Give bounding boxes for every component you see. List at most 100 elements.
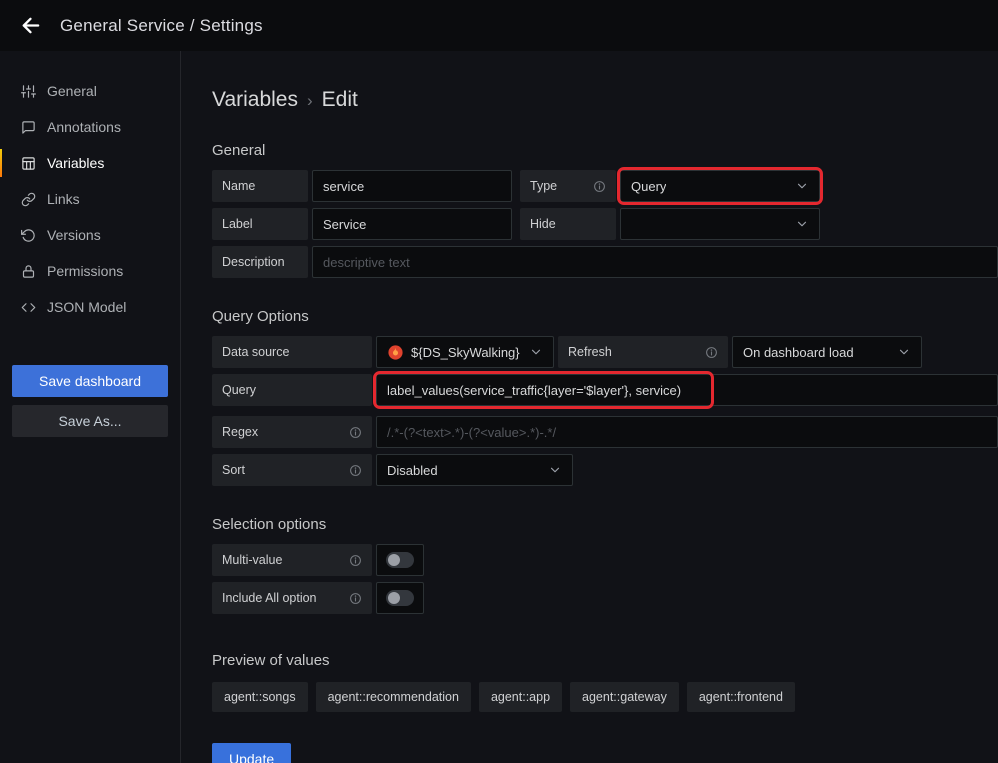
description-label: Description [212,246,308,278]
datasource-refresh-row: Data source ${DS_SkyWalking} R [212,336,998,368]
info-icon[interactable] [349,554,362,567]
info-icon[interactable] [705,346,718,359]
chevron-down-icon [548,463,562,477]
refresh-select-value: On dashboard load [743,345,854,360]
preview-value-pill: agent::recommendation [316,682,471,712]
sort-select[interactable]: Disabled [376,454,573,486]
save-dashboard-button[interactable]: Save dashboard [12,365,168,397]
toggle-track [386,552,414,568]
sidebar-item-label: Variables [47,155,104,171]
sidebar-item-label: Links [47,191,80,207]
sidebar-item-general[interactable]: General [0,73,180,109]
sidebar-item-label: Versions [47,227,101,243]
table-icon [21,156,36,171]
info-icon[interactable] [349,426,362,439]
query-label-text: Query [222,383,256,397]
info-icon[interactable] [349,464,362,477]
sidebar-item-label: General [47,83,97,99]
link-icon [21,192,36,207]
refresh-label-text: Refresh [568,345,612,359]
description-input[interactable] [312,246,998,278]
query-input[interactable] [376,374,998,406]
name-type-row: Name Type Query [212,170,998,202]
hide-label-text: Hide [530,217,556,231]
sidebar-item-annotations[interactable]: Annotations [0,109,180,145]
selection-options-heading: Selection options [212,516,998,533]
type-label: Type [520,170,616,202]
include-all-label: Include All option [212,582,372,614]
comment-icon [21,120,36,135]
sort-select-value: Disabled [387,463,438,478]
breadcrumb-separator: › [307,89,313,111]
back-button[interactable] [13,9,47,43]
hide-select[interactable] [620,208,820,240]
multi-value-label-text: Multi-value [222,553,282,567]
breadcrumb-edit: Edit [322,88,358,112]
sidebar-item-label: JSON Model [47,299,126,315]
preview-value-pill: agent::songs [212,682,308,712]
sort-row: Sort Disabled [212,454,998,486]
info-icon[interactable] [349,592,362,605]
arrow-left-icon [19,14,42,37]
data-source-value: ${DS_SkyWalking} [411,345,520,360]
sort-label-text: Sort [222,463,245,477]
topbar: General Service / Settings [0,0,998,51]
page-title: General Service / Settings [60,16,263,36]
multi-value-label: Multi-value [212,544,372,576]
sidebar-item-variables[interactable]: Variables [0,145,180,181]
chevron-down-icon [897,345,911,359]
preview-values: agent::songs agent::recommendation agent… [212,682,998,712]
label-label-text: Label [222,217,253,231]
toggle-knob [388,554,400,566]
save-as-button[interactable]: Save As... [12,405,168,437]
datasource-flame-icon [387,344,404,361]
preview-value-pill: agent::gateway [570,682,679,712]
sidebar-item-label: Permissions [47,263,123,279]
regex-label-text: Regex [222,425,258,439]
query-row: Query [212,374,998,406]
label-label: Label [212,208,308,240]
info-icon[interactable] [593,180,606,193]
query-label: Query [212,374,372,406]
description-row: Description [212,246,998,278]
multi-value-row: Multi-value [212,544,998,576]
refresh-select[interactable]: On dashboard load [732,336,922,368]
regex-input[interactable] [376,416,998,448]
lock-icon [21,264,36,279]
include-all-row: Include All option [212,582,998,614]
refresh-label: Refresh [558,336,728,368]
sidebar-item-permissions[interactable]: Permissions [0,253,180,289]
type-select-value: Query [631,179,666,194]
label-hide-row: Label Hide [212,208,998,240]
toggle-knob [388,592,400,604]
query-options-heading: Query Options [212,308,998,325]
update-button[interactable]: Update [212,743,291,763]
sort-label: Sort [212,454,372,486]
hide-label: Hide [520,208,616,240]
variable-editor: Variables › Edit General Name Type [181,51,998,763]
type-select[interactable]: Query [620,170,820,202]
label-input[interactable] [312,208,512,240]
sliders-icon [21,84,36,99]
multi-value-toggle[interactable] [376,544,424,576]
preview-value-pill: agent::frontend [687,682,795,712]
sidebar-item-versions[interactable]: Versions [0,217,180,253]
general-section-heading: General [212,142,998,159]
preview-heading: Preview of values [212,652,998,669]
history-icon [21,228,36,243]
chevron-down-icon [795,217,809,231]
sidebar-item-links[interactable]: Links [0,181,180,217]
regex-row: Regex [212,416,998,448]
settings-sidebar: General Annotations Variables Links Vers… [0,51,181,763]
data-source-label-text: Data source [222,345,289,359]
chevron-down-icon [795,179,809,193]
code-icon [21,300,36,315]
sidebar-item-json-model[interactable]: JSON Model [0,289,180,325]
preview-value-pill: agent::app [479,682,562,712]
name-input[interactable] [312,170,512,202]
chevron-down-icon [529,345,543,359]
breadcrumb-variables[interactable]: Variables [212,88,298,112]
regex-label: Regex [212,416,372,448]
include-all-toggle[interactable] [376,582,424,614]
data-source-select[interactable]: ${DS_SkyWalking} [376,336,554,368]
